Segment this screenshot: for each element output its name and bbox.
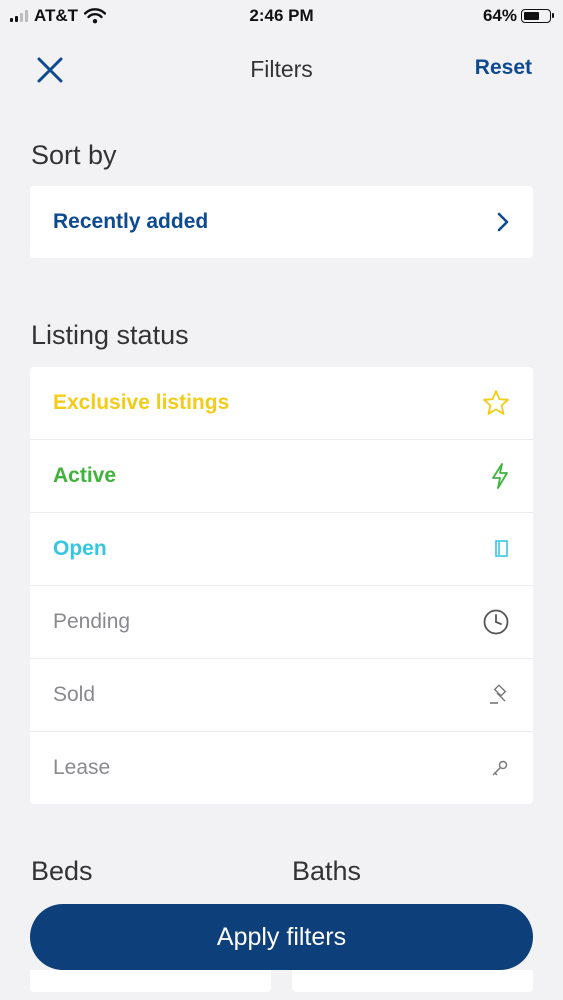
reset-button[interactable]: Reset — [475, 56, 532, 80]
status-row-active[interactable]: Active — [30, 440, 533, 513]
battery-icon — [521, 9, 554, 23]
chevron-right-icon — [496, 211, 510, 233]
listing-status-heading: Listing status — [31, 320, 189, 350]
status-right: 64% — [482, 6, 554, 26]
beds-selector[interactable] — [30, 970, 271, 992]
nav-header: Filters Reset — [0, 40, 563, 100]
baths-selector[interactable] — [292, 970, 533, 992]
sort-option-row[interactable]: Recently added — [30, 186, 533, 258]
status-time: 2:46 PM — [249, 6, 314, 25]
gavel-icon — [488, 684, 510, 706]
status-label-active: Active — [53, 464, 117, 487]
status-label-pending: Pending — [53, 610, 131, 633]
beds-heading: Beds — [31, 856, 93, 886]
status-label-exclusive: Exclusive listings — [53, 391, 230, 414]
lightning-icon — [490, 462, 510, 490]
status-row-pending[interactable]: Pending — [30, 586, 533, 659]
status-row-lease[interactable]: Lease — [30, 732, 533, 804]
sort-card: Recently added — [30, 186, 533, 258]
status-label-lease: Lease — [53, 756, 111, 779]
key-icon — [490, 758, 510, 778]
status-row-open[interactable]: Open — [30, 513, 533, 586]
battery-percent: 64% — [482, 6, 517, 25]
apply-filters-button[interactable]: Apply filters — [30, 904, 533, 970]
status-label-sold: Sold — [53, 683, 96, 706]
sort-selected-label: Recently added — [53, 210, 209, 233]
baths-heading: Baths — [292, 856, 362, 886]
status-row-exclusive[interactable]: Exclusive listings — [30, 367, 533, 440]
star-icon — [482, 389, 510, 417]
door-icon — [494, 539, 510, 559]
status-row-sold[interactable]: Sold — [30, 659, 533, 732]
clock-icon — [482, 608, 510, 636]
battery-fill — [524, 12, 540, 20]
sort-by-heading: Sort by — [31, 140, 117, 170]
status-label-open: Open — [53, 537, 107, 560]
status-bar: AT&T 2:46 PM 64% — [0, 0, 563, 34]
listing-status-card: Exclusive listings Active Open Pending S… — [30, 367, 533, 804]
